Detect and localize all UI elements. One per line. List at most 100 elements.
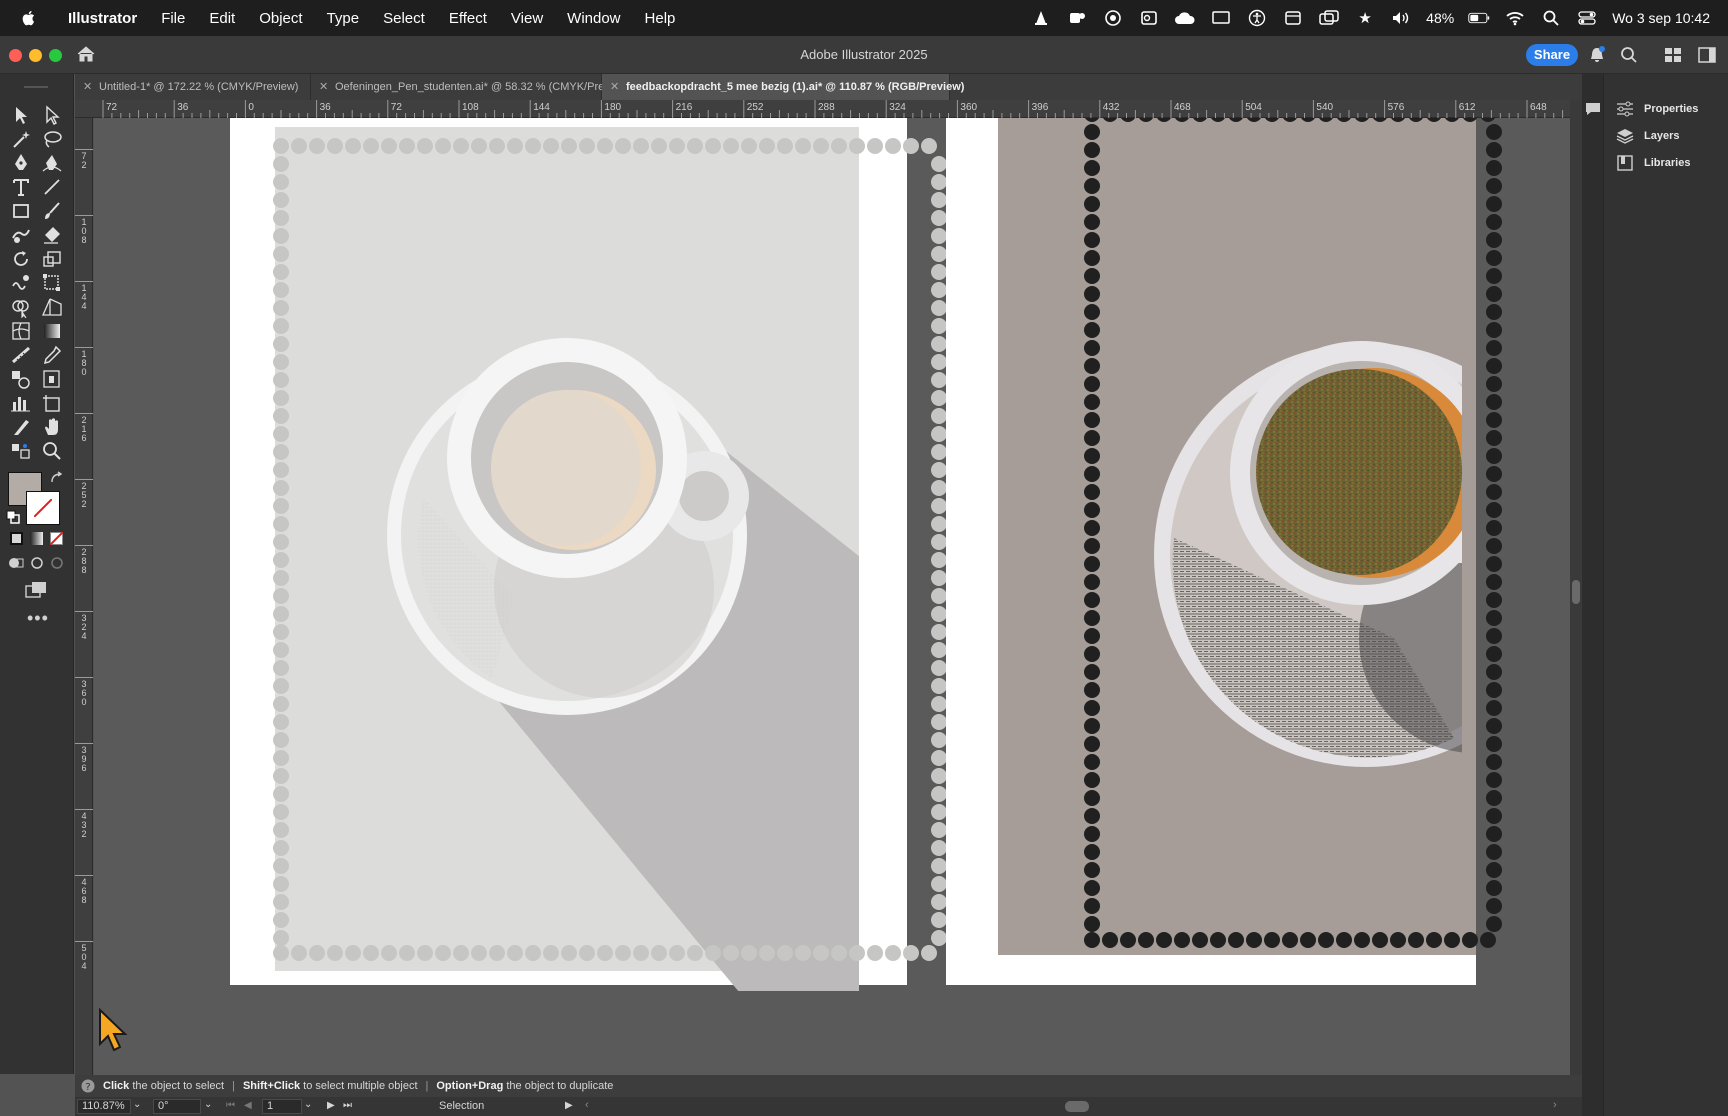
paintbrush-tool-icon[interactable] — [40, 200, 64, 222]
volume-icon[interactable] — [1390, 7, 1412, 29]
last-artboard-icon[interactable]: ⏭ — [343, 1100, 352, 1111]
column-graph-tool-icon[interactable] — [9, 392, 33, 414]
zoom-level-field[interactable]: 110.87% — [77, 1099, 131, 1114]
horizontal-ruler[interactable]: 72 36 0 36 72 108 144 180 216 252 288 324 360 396 432 4… — [75, 100, 1570, 118]
first-artboard-icon[interactable]: ⏮ — [226, 1100, 235, 1111]
puppet-warp-tool-icon[interactable] — [9, 440, 33, 462]
clock[interactable]: Wo 3 sep 10:42 — [1612, 10, 1710, 26]
menu-window[interactable]: Window — [555, 10, 632, 27]
spotlight-search-icon[interactable] — [1540, 7, 1562, 29]
icloud-icon[interactable] — [1174, 7, 1196, 29]
document-canvas[interactable] — [94, 118, 1570, 1075]
workspace-switcher-icon[interactable] — [1664, 47, 1682, 63]
artboard-2[interactable] — [946, 118, 1570, 985]
tab-untitled-1[interactable]: ✕ Untitled-1* @ 172.22 % (CMYK/Preview) — [75, 74, 311, 100]
type-tool-icon[interactable] — [9, 176, 33, 198]
outlook-icon[interactable] — [1138, 7, 1160, 29]
pen-tool-icon[interactable] — [9, 152, 33, 174]
draw-inside-icon[interactable] — [50, 556, 64, 570]
next-artboard-icon[interactable]: ▶ — [327, 1100, 335, 1111]
menu-effect[interactable]: Effect — [437, 10, 499, 27]
close-tab-icon[interactable]: ✕ — [83, 74, 92, 100]
artboard-1[interactable] — [230, 118, 947, 998]
vertical-ruler[interactable]: 72 108 144 180 216 252 288 324 360 396 432 468 504 — [75, 118, 93, 1076]
stroke-color-swatch[interactable] — [26, 491, 60, 525]
artboard-dropdown-chevron-icon[interactable]: ⌄ — [304, 1099, 312, 1110]
zoom-dropdown-chevron-icon[interactable]: ⌄ — [133, 1099, 141, 1110]
tool-menu-arrow-icon[interactable]: ▶ — [565, 1100, 573, 1111]
menu-object[interactable]: Object — [247, 10, 314, 27]
vlc-icon[interactable] — [1030, 7, 1052, 29]
current-tool-label[interactable]: Selection — [439, 1100, 484, 1112]
blend-tool-icon[interactable] — [9, 368, 33, 390]
help-icon[interactable]: ? — [81, 1079, 95, 1093]
scroll-right-icon[interactable]: › — [1553, 1099, 1557, 1111]
rectangle-tool-icon[interactable] — [9, 200, 33, 222]
free-transform-tool-icon[interactable] — [40, 272, 64, 294]
selection-tool-icon[interactable] — [9, 104, 33, 126]
share-button[interactable]: Share — [1526, 44, 1578, 66]
control-center-icon[interactable] — [1576, 7, 1598, 29]
color-mode-icon[interactable] — [10, 532, 23, 545]
menu-help[interactable]: Help — [633, 10, 688, 27]
apple-icon[interactable] — [20, 9, 38, 27]
measure-tool-icon[interactable] — [9, 344, 33, 366]
display-icon[interactable] — [1210, 7, 1232, 29]
edit-toolbar-more-icon[interactable]: ••• — [27, 608, 49, 629]
scroll-left-icon[interactable]: ‹ — [585, 1099, 589, 1111]
none-mode-icon[interactable] — [50, 532, 63, 545]
default-fill-stroke-icon[interactable] — [6, 510, 20, 524]
shape-builder-tool-icon[interactable] — [9, 296, 33, 319]
panel-properties[interactable]: Properties — [1616, 98, 1698, 120]
menu-type[interactable]: Type — [315, 10, 372, 27]
panel-libraries[interactable]: Libraries — [1616, 152, 1690, 174]
screen-mirror-icon[interactable] — [1318, 7, 1340, 29]
menu-edit[interactable]: Edit — [197, 10, 247, 27]
vertical-scrollbar-thumb[interactable] — [1572, 580, 1580, 604]
focus-icon[interactable] — [1102, 7, 1124, 29]
menu-select[interactable]: Select — [371, 10, 437, 27]
search-icon[interactable] — [1620, 46, 1638, 64]
previous-artboard-icon[interactable]: ◀ — [244, 1100, 252, 1111]
draw-behind-icon[interactable] — [29, 556, 45, 570]
hand-tool-icon[interactable] — [40, 416, 64, 438]
gradient-tool-icon[interactable] — [40, 320, 64, 342]
lasso-tool-icon[interactable] — [40, 128, 64, 150]
gradient-mode-icon[interactable] — [30, 532, 43, 545]
menu-view[interactable]: View — [499, 10, 555, 27]
tab-feedbackopdracht[interactable]: ✕ feedbackopdracht_5 mee bezig (1).ai* @ … — [602, 74, 964, 100]
calendar-icon[interactable] — [1282, 7, 1304, 29]
menu-file[interactable]: File — [149, 10, 197, 27]
rotation-dropdown-chevron-icon[interactable]: ⌄ — [204, 1099, 212, 1110]
artboard-tool-icon[interactable] — [40, 392, 64, 414]
tab-oefeningen-pen[interactable]: ✕ Oefeningen_Pen_studenten.ai* @ 58.32 % … — [311, 74, 630, 100]
direct-selection-tool-icon[interactable] — [40, 104, 64, 126]
accessibility-icon[interactable] — [1246, 7, 1268, 29]
toolbar-grip[interactable] — [24, 86, 48, 88]
notifications-bell-icon[interactable] — [1588, 46, 1606, 64]
swap-fill-stroke-icon[interactable] — [49, 470, 65, 486]
warp-tool-icon[interactable] — [9, 272, 33, 294]
rotate-tool-icon[interactable] — [9, 248, 33, 270]
artboard-number-field[interactable]: 1 — [262, 1099, 302, 1114]
horizontal-scrollbar-thumb[interactable] — [1065, 1101, 1089, 1112]
comments-icon[interactable] — [1584, 100, 1602, 118]
menu-app-name[interactable]: Illustrator — [56, 10, 149, 27]
rotation-field[interactable]: 0° — [153, 1099, 201, 1114]
mesh-tool-icon[interactable] — [9, 320, 33, 342]
wifi-icon[interactable] — [1504, 7, 1526, 29]
zoom-tool-icon[interactable] — [40, 440, 64, 462]
teams-icon[interactable] — [1066, 7, 1088, 29]
star-icon[interactable]: ★ — [1354, 7, 1376, 29]
vertical-scrollbar[interactable] — [1570, 100, 1582, 1075]
battery-icon[interactable] — [1468, 7, 1490, 29]
screen-mode-icon[interactable] — [24, 580, 48, 600]
draw-normal-icon[interactable] — [8, 556, 24, 570]
shaper-tool-icon[interactable] — [9, 224, 33, 246]
arrange-documents-icon[interactable] — [1698, 47, 1716, 63]
magic-wand-tool-icon[interactable] — [9, 128, 33, 150]
scale-tool-icon[interactable] — [40, 248, 64, 270]
line-segment-tool-icon[interactable] — [40, 176, 64, 198]
eyedropper-tool-icon[interactable] — [40, 344, 64, 366]
slice-tool-icon[interactable] — [9, 416, 33, 438]
